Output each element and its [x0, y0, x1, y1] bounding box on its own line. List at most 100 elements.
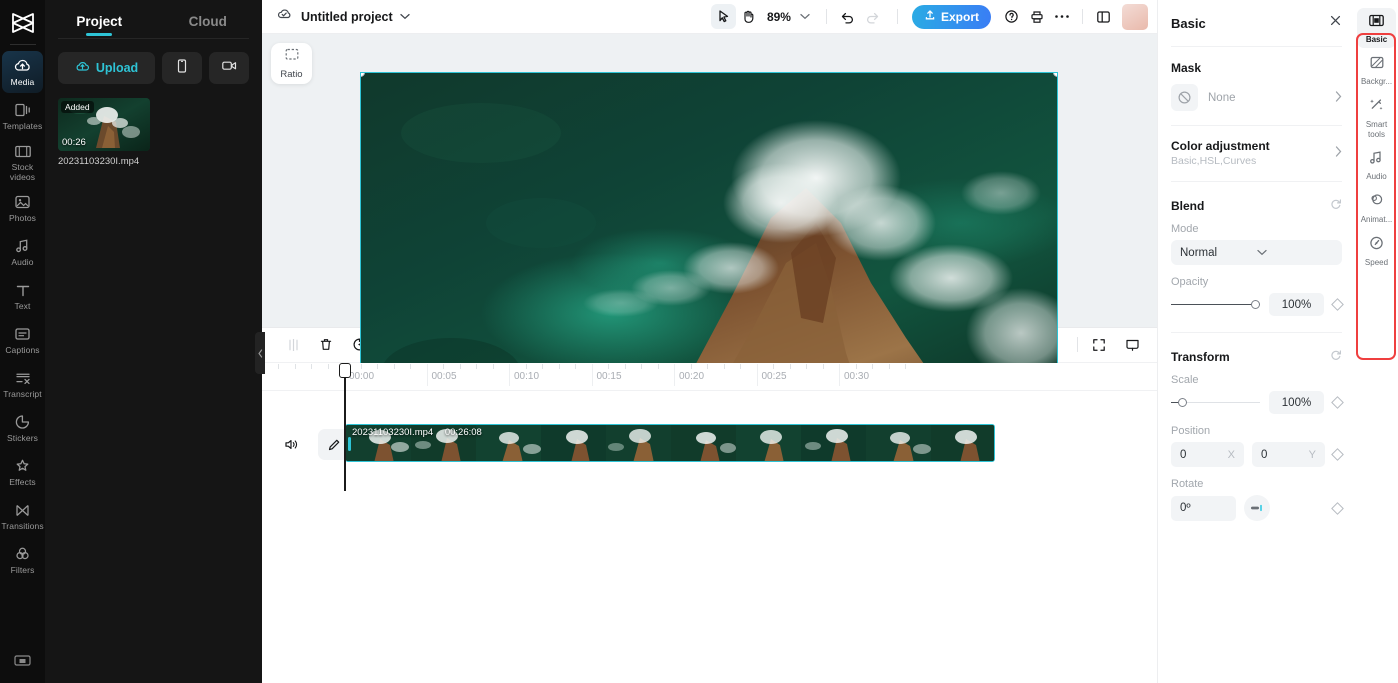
zoom-level[interactable]: 89% — [767, 10, 791, 24]
sidebar-item-captions[interactable]: Captions — [2, 319, 43, 361]
ruler-label: 00:20 — [679, 370, 705, 382]
sidebar-item-stock-videos[interactable]: Stock videos — [2, 139, 43, 185]
ruler-minor-tick — [294, 363, 296, 369]
divider — [1171, 125, 1342, 126]
tab-project[interactable]: Project — [45, 4, 154, 38]
timeline-clip[interactable]: 20231103230I.mp4 00:26:08 — [345, 423, 995, 462]
opacity-slider-fill — [1171, 303, 1260, 306]
keyframe-diamond-icon[interactable] — [1331, 396, 1344, 409]
rail-divider — [9, 44, 36, 45]
sidebar-item-text[interactable]: Text — [2, 275, 43, 317]
tab-cloud[interactable]: Cloud — [154, 4, 263, 38]
reset-icon[interactable] — [1330, 348, 1342, 366]
sidebar-item-transcript[interactable]: Transcript — [2, 363, 43, 405]
mask-value: None — [1208, 91, 1236, 104]
sidebar-item-photos[interactable]: Photos — [2, 187, 43, 229]
media-item[interactable]: Added 00:26 20231103230I.mp4 — [58, 98, 150, 167]
stickers-icon — [14, 413, 31, 432]
sidebar-item-templates[interactable]: Templates — [2, 95, 43, 137]
playhead[interactable] — [338, 362, 351, 491]
sidebar-item-stickers[interactable]: Stickers — [2, 407, 43, 449]
media-panel-actions: Upload — [45, 39, 262, 84]
tool-label: Audio — [1366, 171, 1387, 181]
sidebar-item-filters[interactable]: Filters — [2, 539, 43, 581]
tool-basic[interactable]: Basic — [1357, 8, 1396, 49]
sidebar-item-media[interactable]: Media — [2, 51, 43, 93]
scale-value-input[interactable]: 100% — [1269, 391, 1324, 414]
chevron-down-icon[interactable] — [393, 4, 418, 29]
record-camera-button[interactable] — [209, 52, 249, 84]
captions-icon — [14, 325, 31, 344]
reset-icon[interactable] — [1330, 197, 1342, 215]
ruler-minor-tick — [525, 363, 527, 369]
mask-row[interactable]: None — [1171, 84, 1342, 111]
sidebar-item-label: Effects — [9, 476, 36, 487]
keyframe-diamond-icon[interactable] — [1331, 448, 1344, 461]
panel-collapse-handle[interactable] — [255, 332, 265, 374]
undo-icon[interactable] — [835, 4, 860, 29]
ruler-minor-tick — [608, 363, 609, 369]
redo-icon[interactable] — [860, 4, 885, 29]
phone-import-button[interactable] — [162, 52, 202, 84]
position-y-input[interactable]: 0 Y — [1252, 442, 1325, 467]
clip-trim-handle-left[interactable] — [347, 436, 351, 451]
media-thumbnail: Added 00:26 — [58, 98, 150, 151]
project-name[interactable]: Untitled project — [301, 10, 393, 24]
ratio-button[interactable]: Ratio — [271, 43, 312, 84]
scale-slider[interactable] — [1171, 397, 1260, 407]
close-x-icon[interactable] — [1329, 14, 1342, 32]
fit-timeline-icon[interactable] — [1086, 332, 1112, 358]
media-cloud-icon — [13, 57, 32, 76]
split-button[interactable] — [280, 332, 306, 358]
export-button[interactable]: Export — [911, 4, 991, 29]
sidebar-item-label: Text — [14, 300, 31, 311]
sidebar-item-effects[interactable]: Effects — [2, 451, 43, 493]
tool-animation[interactable]: Animat... — [1357, 187, 1396, 228]
panel-layout-icon[interactable] — [1091, 4, 1116, 29]
tool-audio[interactable]: Audio — [1357, 145, 1396, 185]
rotate-row: 0º — [1171, 495, 1344, 521]
ruler-minor-tick — [492, 363, 494, 369]
chevron-right-icon[interactable] — [1335, 89, 1342, 107]
rotate-dial-icon[interactable] — [1244, 495, 1270, 521]
print-icon[interactable] — [1024, 4, 1049, 29]
opacity-slider-knob[interactable] — [1251, 299, 1260, 309]
ruler-minor-tick — [723, 363, 725, 369]
export-upload-icon — [924, 9, 936, 24]
tool-label: Speed — [1364, 258, 1389, 268]
tool-smart-tools[interactable]: Smart tools — [1357, 92, 1396, 142]
upload-button[interactable]: Upload — [58, 52, 155, 84]
delete-trash-icon[interactable] — [313, 332, 339, 358]
scale-slider-knob[interactable] — [1177, 397, 1187, 407]
keyframe-diamond-icon[interactable] — [1331, 298, 1344, 311]
avatar[interactable] — [1122, 3, 1148, 30]
help-question-icon[interactable] — [999, 4, 1024, 29]
sidebar-item-audio[interactable]: Audio — [2, 231, 43, 273]
sidebar-item-label: Filters — [10, 564, 35, 575]
hand-pan-icon[interactable] — [736, 4, 761, 29]
volume-speaker-icon[interactable] — [278, 432, 304, 458]
timeline-ruler[interactable]: 00:00 00:05 00:10 00:15 00:20 00:25 00:30 — [262, 362, 1157, 391]
tool-background[interactable]: Backgr... — [1357, 50, 1396, 90]
opacity-value-input[interactable]: 100% — [1269, 293, 1324, 316]
upload-cloud-icon — [75, 60, 90, 76]
opacity-slider[interactable] — [1171, 299, 1260, 309]
position-x-input[interactable]: 0 X — [1171, 442, 1244, 467]
keyboard-shortcuts-icon[interactable] — [13, 653, 32, 673]
rotate-input[interactable]: 0º — [1171, 495, 1236, 521]
blend-mode-select[interactable]: Normal — [1171, 240, 1342, 265]
ruler-minor-tick — [410, 363, 411, 369]
preview-monitor-icon[interactable] — [1119, 332, 1145, 358]
chevron-down-icon[interactable] — [793, 4, 818, 29]
more-dots-icon[interactable] — [1049, 4, 1074, 29]
ruler-label: 00:15 — [596, 370, 622, 382]
keyframe-diamond-icon[interactable] — [1331, 501, 1344, 515]
capcut-logo-icon[interactable] — [6, 8, 40, 38]
tool-speed[interactable]: Speed — [1357, 230, 1396, 271]
sidebar-item-transitions[interactable]: Transitions — [1, 495, 44, 537]
chevron-right-icon[interactable] — [1335, 144, 1342, 162]
select-arrow-icon[interactable] — [710, 4, 736, 29]
color-adjustment-row[interactable]: Color adjustment Basic,HSL,Curves — [1171, 139, 1342, 167]
playhead-handle[interactable] — [338, 362, 351, 378]
position-x-axis-label: X — [1227, 448, 1235, 461]
